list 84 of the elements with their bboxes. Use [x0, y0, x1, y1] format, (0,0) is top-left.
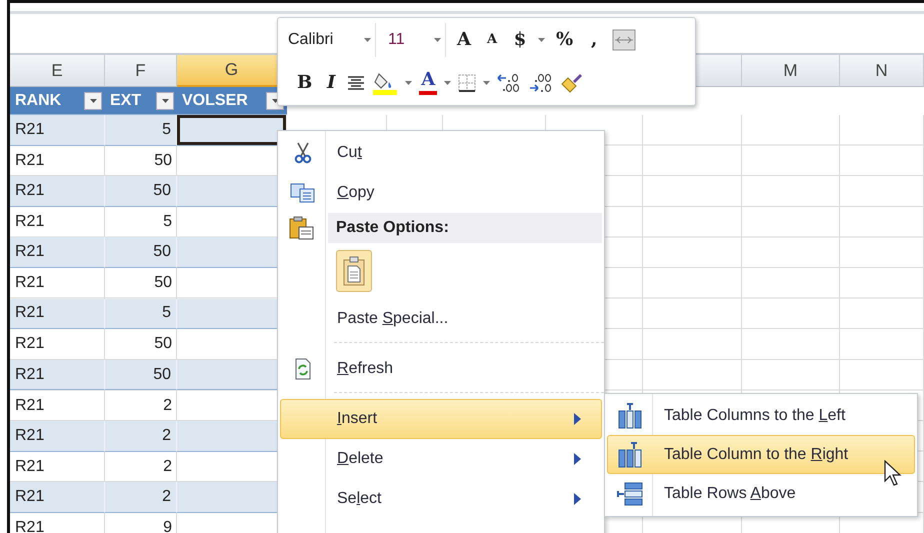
menu-item[interactable]: Table Column to the Right: [607, 435, 915, 474]
toolbar-button[interactable]: %: [553, 30, 576, 49]
table-cell-text: R21: [14, 518, 46, 533]
table-cell-text: R21: [14, 456, 46, 477]
table-cell: 5: [105, 298, 177, 330]
table-cell-text: R21: [14, 150, 46, 171]
column-header[interactable]: E: [10, 55, 105, 87]
table-cell: 2: [105, 420, 177, 452]
column-title: RANK: [15, 92, 62, 110]
menu-item[interactable]: Insert: [280, 399, 602, 439]
refresh-icon: [294, 358, 312, 380]
toolbar-button[interactable]: $: [510, 30, 530, 49]
caret-icon[interactable]: [538, 38, 545, 42]
table-cell: 50: [105, 176, 177, 207]
merge-cells-icon[interactable]: [612, 28, 636, 51]
table-cell-text: R21: [14, 334, 46, 354]
menu-item[interactable]: Delete: [280, 439, 602, 479]
filter-button[interactable]: [84, 92, 102, 110]
caret-icon[interactable]: [483, 81, 490, 86]
menu-item[interactable]: Refresh: [280, 349, 602, 389]
table-cell: 5: [105, 115, 177, 146]
menu-item[interactable]: Cut: [280, 133, 602, 173]
toolbar-button[interactable]: I: [321, 74, 342, 92]
paintbrush-icon[interactable]: [560, 72, 584, 94]
table-cell[interactable]: [177, 115, 287, 146]
table-cell-text: 50: [153, 334, 173, 354]
menu-item[interactable]: Table Rows Above: [607, 474, 915, 513]
toolbar-button[interactable]: B: [294, 74, 316, 92]
table-cell: R21: [10, 237, 105, 268]
table-cell: R21: [10, 115, 105, 146]
menu-item[interactable]: Table Columns to the Left: [607, 396, 915, 435]
toolbar-button[interactable]: ,: [584, 30, 604, 49]
clipboard-icon: [343, 256, 365, 286]
table-cell: R21: [10, 482, 105, 513]
paste-button[interactable]: [336, 250, 372, 292]
table-cell: R21: [10, 176, 105, 207]
cursor-icon: [884, 460, 902, 486]
column-header[interactable]: F: [105, 55, 177, 87]
table-cell-text: 50: [153, 273, 173, 294]
toolbar-button[interactable]: A: [482, 33, 502, 46]
submenu-arrow-icon: [574, 413, 581, 425]
table-cell: R21: [10, 298, 105, 330]
insert-rows-icon: [617, 482, 643, 506]
table-cell: 50: [105, 360, 177, 390]
submenu-arrow-icon: [574, 453, 581, 465]
font-size-field[interactable]: 11: [384, 22, 446, 57]
table-cell-text: R21: [14, 273, 46, 294]
toolbar-button[interactable]: A: [454, 30, 474, 49]
table-cell-text: 2: [162, 396, 173, 416]
table-cell: 2: [105, 482, 177, 513]
caret-icon[interactable]: [434, 38, 441, 42]
section-header: Paste Options:: [328, 213, 602, 243]
borders-icon[interactable]: [457, 73, 478, 94]
submenu-arrow-icon: [574, 493, 581, 505]
table-cell: 50: [105, 237, 177, 268]
insert-columns-icon: [617, 402, 643, 428]
table-cell-text: 2: [162, 456, 173, 477]
menu-item[interactable]: Select: [280, 479, 602, 519]
align-center-icon[interactable]: [347, 75, 366, 92]
column-header[interactable]: M: [742, 55, 840, 87]
caret-icon: [90, 98, 96, 102]
menu-item[interactable]: Paste Special...: [280, 299, 602, 339]
copy-icon: [290, 183, 316, 203]
table-cell-text: 9: [162, 518, 173, 533]
caret-icon: [162, 98, 168, 102]
column-title: VOLSER: [182, 92, 248, 110]
menu-item[interactable]: Copy: [280, 173, 602, 213]
font-color-button[interactable]: A: [418, 71, 438, 96]
caret-icon[interactable]: [364, 38, 371, 42]
filter-button[interactable]: [156, 92, 174, 110]
column-title: EXT: [110, 92, 142, 110]
table-cell-text: R21: [14, 396, 46, 416]
font-name-field[interactable]: Calibri: [284, 22, 376, 57]
caret-icon[interactable]: [444, 81, 452, 86]
table-cell: R21: [10, 420, 105, 452]
scissors-icon: [294, 142, 312, 164]
table-cell: R21: [10, 360, 105, 390]
clipboard-icon: [289, 216, 315, 240]
caret-icon[interactable]: [405, 81, 412, 86]
table-cell-text: R21: [14, 212, 46, 232]
insert-column-icon: [617, 442, 643, 468]
column-header[interactable]: N: [840, 55, 924, 87]
table-cell-text: 50: [153, 150, 173, 171]
table-cell-text: 5: [162, 212, 173, 232]
